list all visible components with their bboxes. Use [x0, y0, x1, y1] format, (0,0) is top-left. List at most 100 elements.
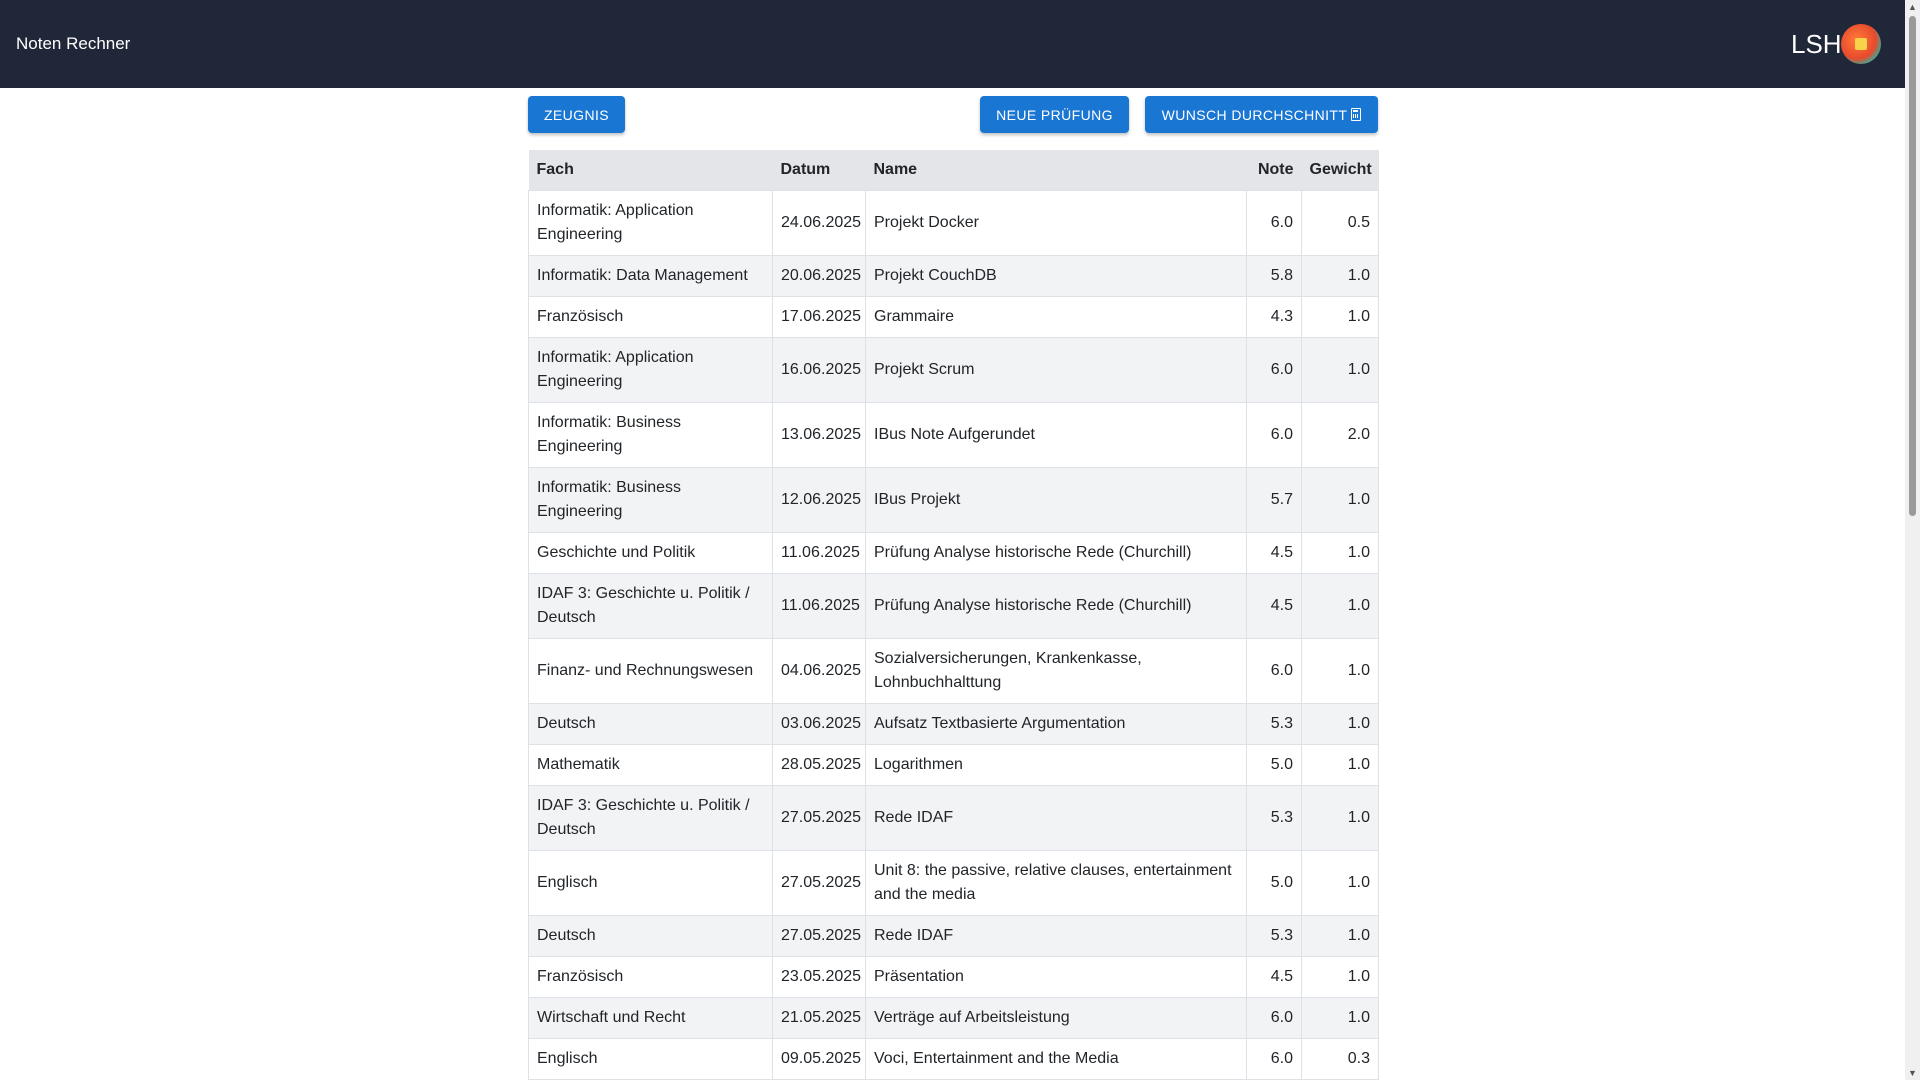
cell-name: Prüfung Analyse historische Rede (Church…: [865, 573, 1247, 639]
cell-note: 4.3: [1246, 296, 1302, 338]
cell-gewicht: 1.0: [1301, 703, 1379, 745]
avatar[interactable]: [1841, 24, 1881, 64]
table-row[interactable]: IDAF 3: Geschichte u. Politik / Deutsch …: [528, 785, 1379, 851]
table-row[interactable]: Mathematik 28.05.2025 Logarithmen 5.0 1.…: [528, 744, 1379, 786]
cell-datum: 12.06.2025: [772, 467, 866, 533]
table-row[interactable]: Englisch 09.05.2025 Voci, Entertainment …: [528, 1038, 1379, 1080]
scroll-down-arrow-icon[interactable]: ▼: [1908, 1068, 1917, 1078]
wunsch-durchschnitt-button[interactable]: WUNSCH DURCHSCHNITT: [1145, 96, 1378, 133]
zeugnis-button[interactable]: ZEUGNIS: [528, 96, 625, 133]
table-row[interactable]: Deutsch 27.05.2025 Rede IDAF 5.3 1.0: [528, 915, 1379, 957]
cell-name: Voci, Entertainment and the Media: [865, 1038, 1247, 1080]
cell-note: 5.3: [1246, 785, 1302, 851]
cell-gewicht: 1.0: [1301, 850, 1379, 916]
cell-note: 4.5: [1246, 573, 1302, 639]
cell-name: Verträge auf Arbeitsleistung: [865, 997, 1247, 1039]
cell-gewicht: 1.0: [1301, 915, 1379, 957]
cell-name: IBus Note Aufgerundet: [865, 402, 1247, 468]
cell-fach: Informatik: Data Management: [528, 255, 773, 297]
cell-datum: 11.06.2025: [772, 573, 866, 639]
table-row[interactable]: IDAF 3: Geschichte u. Politik / Deutsch …: [528, 573, 1379, 639]
cell-datum: 23.05.2025: [772, 956, 866, 998]
table-row[interactable]: Englisch 27.05.2025 Unit 8: the passive,…: [528, 850, 1379, 916]
cell-note: 6.0: [1246, 337, 1302, 403]
table-row[interactable]: Informatik: Application Engineering 16.0…: [528, 337, 1379, 403]
cell-name: Präsentation: [865, 956, 1247, 998]
cell-fach: Mathematik: [528, 744, 773, 786]
column-header-note[interactable]: Note: [1246, 150, 1302, 191]
cell-fach: Wirtschaft und Recht: [528, 997, 773, 1039]
cell-gewicht: 0.5: [1301, 190, 1379, 256]
cell-datum: 27.05.2025: [772, 850, 866, 916]
cell-note: 6.0: [1246, 1038, 1302, 1080]
cell-name: Unit 8: the passive, relative clauses, e…: [865, 850, 1247, 916]
table-row[interactable]: Informatik: Data Management 20.06.2025 P…: [528, 255, 1379, 297]
cell-datum: 11.06.2025: [772, 532, 866, 574]
table-row[interactable]: Wirtschaft und Recht 21.05.2025 Verträge…: [528, 997, 1379, 1039]
cell-name: Projekt Docker: [865, 190, 1247, 256]
cell-note: 5.3: [1246, 915, 1302, 957]
cell-gewicht: 1.0: [1301, 296, 1379, 338]
scrollbar[interactable]: ▲ ▼: [1905, 0, 1920, 1080]
cell-fach: IDAF 3: Geschichte u. Politik / Deutsch: [528, 785, 773, 851]
app-title[interactable]: Noten Rechner: [16, 34, 130, 54]
table-row[interactable]: Informatik: Business Engineering 12.06.2…: [528, 467, 1379, 533]
cell-fach: Deutsch: [528, 915, 773, 957]
cell-note: 5.3: [1246, 703, 1302, 745]
cell-datum: 09.05.2025: [772, 1038, 866, 1080]
cell-fach: Französisch: [528, 296, 773, 338]
table-row[interactable]: Informatik: Business Engineering 13.06.2…: [528, 402, 1379, 468]
cell-fach: Geschichte und Politik: [528, 532, 773, 574]
cell-gewicht: 1.0: [1301, 532, 1379, 574]
cell-note: 4.5: [1246, 532, 1302, 574]
cell-fach: Deutsch: [528, 703, 773, 745]
cell-note: 4.5: [1246, 956, 1302, 998]
zeugnis-button-label: ZEUGNIS: [543, 106, 610, 123]
cell-gewicht: 1.0: [1301, 744, 1379, 786]
grades-table: Fach Datum Name Note Gewicht Informatik:…: [528, 150, 1379, 1080]
cell-datum: 03.06.2025: [772, 703, 866, 745]
calculator-icon: [1351, 108, 1362, 121]
cell-note: 6.0: [1246, 402, 1302, 468]
cell-datum: 28.05.2025: [772, 744, 866, 786]
cell-gewicht: 1.0: [1301, 956, 1379, 998]
cell-fach: Finanz- und Rechnungswesen: [528, 638, 773, 704]
scroll-up-arrow-icon[interactable]: ▲: [1908, 2, 1917, 12]
table-row[interactable]: Informatik: Application Engineering 24.0…: [528, 190, 1379, 256]
cell-name: Prüfung Analyse historische Rede (Church…: [865, 532, 1247, 574]
column-header-gewicht[interactable]: Gewicht: [1301, 150, 1379, 191]
table-row[interactable]: Geschichte und Politik 11.06.2025 Prüfun…: [528, 532, 1379, 574]
column-header-datum[interactable]: Datum: [772, 150, 866, 191]
cell-fach: Informatik: Application Engineering: [528, 190, 773, 256]
cell-note: 6.0: [1246, 638, 1302, 704]
cell-note: 6.0: [1246, 190, 1302, 256]
cell-datum: 27.05.2025: [772, 915, 866, 957]
table-row[interactable]: Französisch 17.06.2025 Grammaire 4.3 1.0: [528, 296, 1379, 338]
cell-datum: 20.06.2025: [772, 255, 866, 297]
cell-fach: Informatik: Business Engineering: [528, 402, 773, 468]
neue-pruefung-button[interactable]: NEUE PRÜFUNG: [980, 96, 1129, 133]
column-header-fach[interactable]: Fach: [528, 150, 773, 191]
cell-note: 5.7: [1246, 467, 1302, 533]
scroll-thumb[interactable]: [1909, 16, 1916, 516]
top-navbar: Noten Rechner LSH: [0, 0, 1905, 88]
table-header-row: Fach Datum Name Note Gewicht: [528, 150, 1379, 191]
cell-gewicht: 0.3: [1301, 1038, 1379, 1080]
cell-datum: 16.06.2025: [772, 337, 866, 403]
table-row[interactable]: Französisch 23.05.2025 Präsentation 4.5 …: [528, 956, 1379, 998]
table-row[interactable]: Deutsch 03.06.2025 Aufsatz Textbasierte …: [528, 703, 1379, 745]
cell-note: 5.8: [1246, 255, 1302, 297]
cell-name: Projekt Scrum: [865, 337, 1247, 403]
table-row[interactable]: Finanz- und Rechnungswesen 04.06.2025 So…: [528, 638, 1379, 704]
cell-gewicht: 1.0: [1301, 573, 1379, 639]
column-header-name[interactable]: Name: [865, 150, 1247, 191]
cell-gewicht: 2.0: [1301, 402, 1379, 468]
cell-name: Grammaire: [865, 296, 1247, 338]
cell-fach: Informatik: Application Engineering: [528, 337, 773, 403]
wunsch-durchschnitt-button-label: WUNSCH DURCHSCHNITT: [1161, 106, 1348, 123]
cell-gewicht: 1.0: [1301, 785, 1379, 851]
cell-note: 6.0: [1246, 997, 1302, 1039]
cell-note: 5.0: [1246, 850, 1302, 916]
avatar-logo-icon: [1855, 38, 1867, 50]
cell-datum: 27.05.2025: [772, 785, 866, 851]
